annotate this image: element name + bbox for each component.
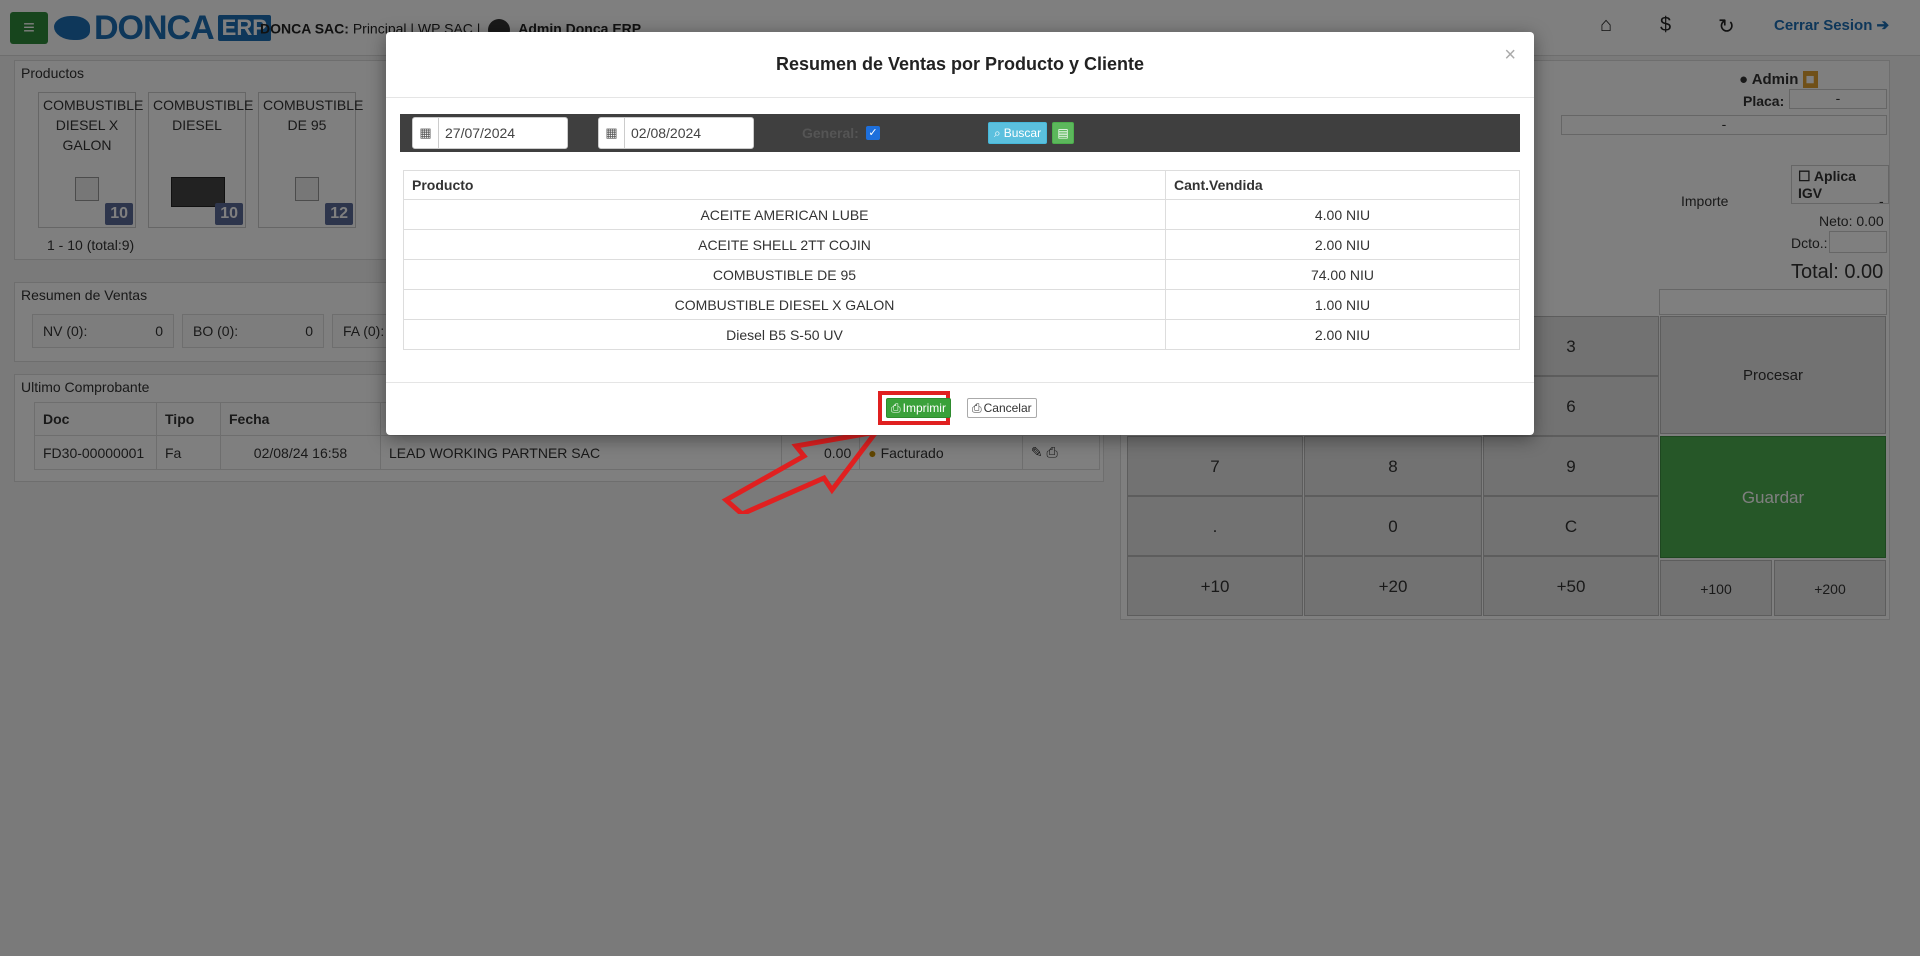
date-from-field[interactable]: ▦ [412,117,568,149]
print-icon: ⎙ [891,400,901,415]
date-to-field[interactable]: ▦ [598,117,754,149]
sales-summary-modal: Resumen de Ventas por Producto y Cliente… [386,32,1534,435]
cancelar-button[interactable]: ⎙ Cancelar [967,398,1037,418]
cell-cantidad: 2.00 NIU [1165,229,1520,260]
table-row: ACEITE AMERICAN LUBE 4.00 NIU [403,199,1520,230]
results-table: Producto Cant.Vendida ACEITE AMERICAN LU… [403,170,1520,350]
general-label: General: [802,125,859,141]
cell-cantidad: 2.00 NIU [1165,319,1520,350]
table-row: Diesel B5 S-50 UV 2.00 NIU [403,319,1520,350]
cell-producto: COMBUSTIBLE DE 95 [403,259,1166,290]
date-to-input[interactable] [625,125,745,141]
table-row: COMBUSTIBLE DIESEL X GALON 1.00 NIU [403,289,1520,320]
table-row: COMBUSTIBLE DE 95 74.00 NIU [403,259,1520,290]
imprimir-button[interactable]: ⎙ Imprimir [886,398,951,418]
col-cant-vendida: Cant.Vendida [1165,170,1520,200]
table-row: ACEITE SHELL 2TT COJIN 2.00 NIU [403,229,1520,260]
buscar-button[interactable]: ⌕ Buscar [988,122,1048,144]
modal-header: Resumen de Ventas por Producto y Cliente… [386,32,1534,98]
filter-bar: ▦ ▦ General: ✓ ⌕Buscar ▤ [400,114,1520,152]
annotation-arrow-icon [721,428,880,514]
search-icon: ⌕ [994,125,1001,140]
cell-producto: COMBUSTIBLE DIESEL X GALON [403,289,1166,320]
close-icon[interactable]: × [1504,44,1516,67]
cell-producto: ACEITE SHELL 2TT COJIN [403,229,1166,260]
calendar-icon: ▦ [413,118,439,148]
general-checkbox[interactable]: ✓ [866,126,880,140]
excel-export-icon[interactable]: ▤ [1052,122,1074,144]
cell-cantidad: 1.00 NIU [1165,289,1520,320]
modal-title: Resumen de Ventas por Producto y Cliente [775,54,1145,74]
cell-producto: ACEITE AMERICAN LUBE [403,199,1166,230]
cell-cantidad: 74.00 NIU [1165,259,1520,290]
col-producto: Producto [403,170,1166,200]
date-from-input[interactable] [439,125,559,141]
print-icon: ⎙ [972,400,982,415]
cell-producto: Diesel B5 S-50 UV [403,319,1166,350]
calendar-icon: ▦ [599,118,625,148]
cell-cantidad: 4.00 NIU [1165,199,1520,230]
modal-footer: ⎙ Imprimir ⎙ Cancelar [386,382,1534,435]
